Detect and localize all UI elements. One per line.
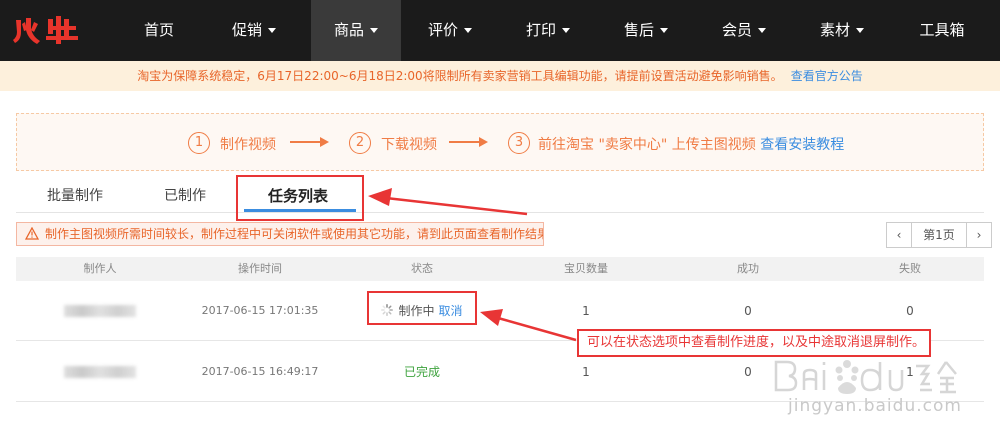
blurred-creator xyxy=(64,366,136,378)
column-header: 操作时间 xyxy=(238,262,282,275)
warning-icon xyxy=(25,227,39,240)
nav-promotion[interactable]: 促销 xyxy=(214,0,294,61)
chevron-down-icon xyxy=(758,28,766,33)
top-nav: 首页 促销 商品 评价 打印 售后 会员 素材 工具箱 xyxy=(0,0,1000,61)
step-number: 3 xyxy=(508,132,530,154)
install-tutorial-link[interactable]: 查看安装教程 xyxy=(760,137,844,153)
operation-time: 2017-06-15 17:01:35 xyxy=(201,304,319,317)
nav-review[interactable]: 评价 xyxy=(410,0,490,61)
column-header: 状态 xyxy=(411,262,433,275)
nav-home[interactable]: 首页 xyxy=(119,0,199,61)
blurred-creator xyxy=(64,305,136,317)
step-label: 前往淘宝 "卖家中心" 上传主图视频 查看安装教程 xyxy=(538,137,845,153)
annotation-box-status xyxy=(367,291,477,325)
chevron-down-icon xyxy=(562,28,570,33)
nav-after-sales[interactable]: 售后 xyxy=(606,0,686,61)
page-indicator[interactable]: 第1页 xyxy=(911,222,967,248)
notice-link[interactable]: 查看官方公告 xyxy=(791,69,863,83)
column-header: 宝贝数量 xyxy=(564,262,608,275)
steps-panel: 1 制作视频 2 下载视频 3 前往淘宝 "卖家中心" 上传主图视频 查看安装教… xyxy=(16,113,984,171)
table-header: 制作人 操作时间 状态 宝贝数量 成功 失败 xyxy=(16,257,984,281)
chevron-down-icon xyxy=(660,28,668,33)
nav-material[interactable]: 素材 xyxy=(802,0,882,61)
tab-created[interactable]: 已制作 xyxy=(150,184,220,212)
step-number: 2 xyxy=(349,132,371,154)
column-header: 成功 xyxy=(737,262,759,275)
step-label: 制作视频 xyxy=(220,137,276,153)
next-page-button[interactable]: › xyxy=(966,222,992,248)
operation-time: 2017-06-15 16:49:17 xyxy=(201,365,319,378)
nav-member[interactable]: 会员 xyxy=(704,0,784,61)
tabs-divider xyxy=(16,212,984,213)
step-number: 1 xyxy=(188,132,210,154)
step-label: 下载视频 xyxy=(381,137,437,153)
arrow-right-icon xyxy=(449,137,488,147)
notice-text: 淘宝为保障系统稳定，6月17日22:00~6月18日2:00将限制所有卖家营销工… xyxy=(137,69,783,83)
watermark-logo xyxy=(774,360,957,394)
nav-toolbox[interactable]: 工具箱 xyxy=(900,0,984,61)
tab-batch-create[interactable]: 批量制作 xyxy=(40,184,110,212)
warning-message: 制作主图视频所需时间较长，制作过程中可关闭软件或使用其它功能，请到此页面查看制作… xyxy=(16,222,544,246)
nav-goods[interactable]: 商品 xyxy=(311,0,401,61)
chevron-down-icon xyxy=(464,28,472,33)
status-text: 已完成 xyxy=(403,365,440,379)
chevron-down-icon xyxy=(856,28,864,33)
chevron-down-icon xyxy=(370,28,378,33)
column-header: 失败 xyxy=(899,262,921,275)
arrow-right-icon xyxy=(290,137,329,147)
watermark-text: jingyan.baidu.com xyxy=(788,396,962,416)
arrow-to-tab xyxy=(368,188,528,216)
nav-print[interactable]: 打印 xyxy=(508,0,588,61)
chevron-down-icon xyxy=(268,28,276,33)
prev-page-button[interactable]: ‹ xyxy=(886,222,912,248)
column-header: 制作人 xyxy=(83,262,117,275)
annotation-box-tab xyxy=(236,175,364,221)
brand-logo[interactable] xyxy=(12,14,82,46)
notice-bar: 淘宝为保障系统稳定，6月17日22:00~6月18日2:00将限制所有卖家营销工… xyxy=(0,61,1000,91)
